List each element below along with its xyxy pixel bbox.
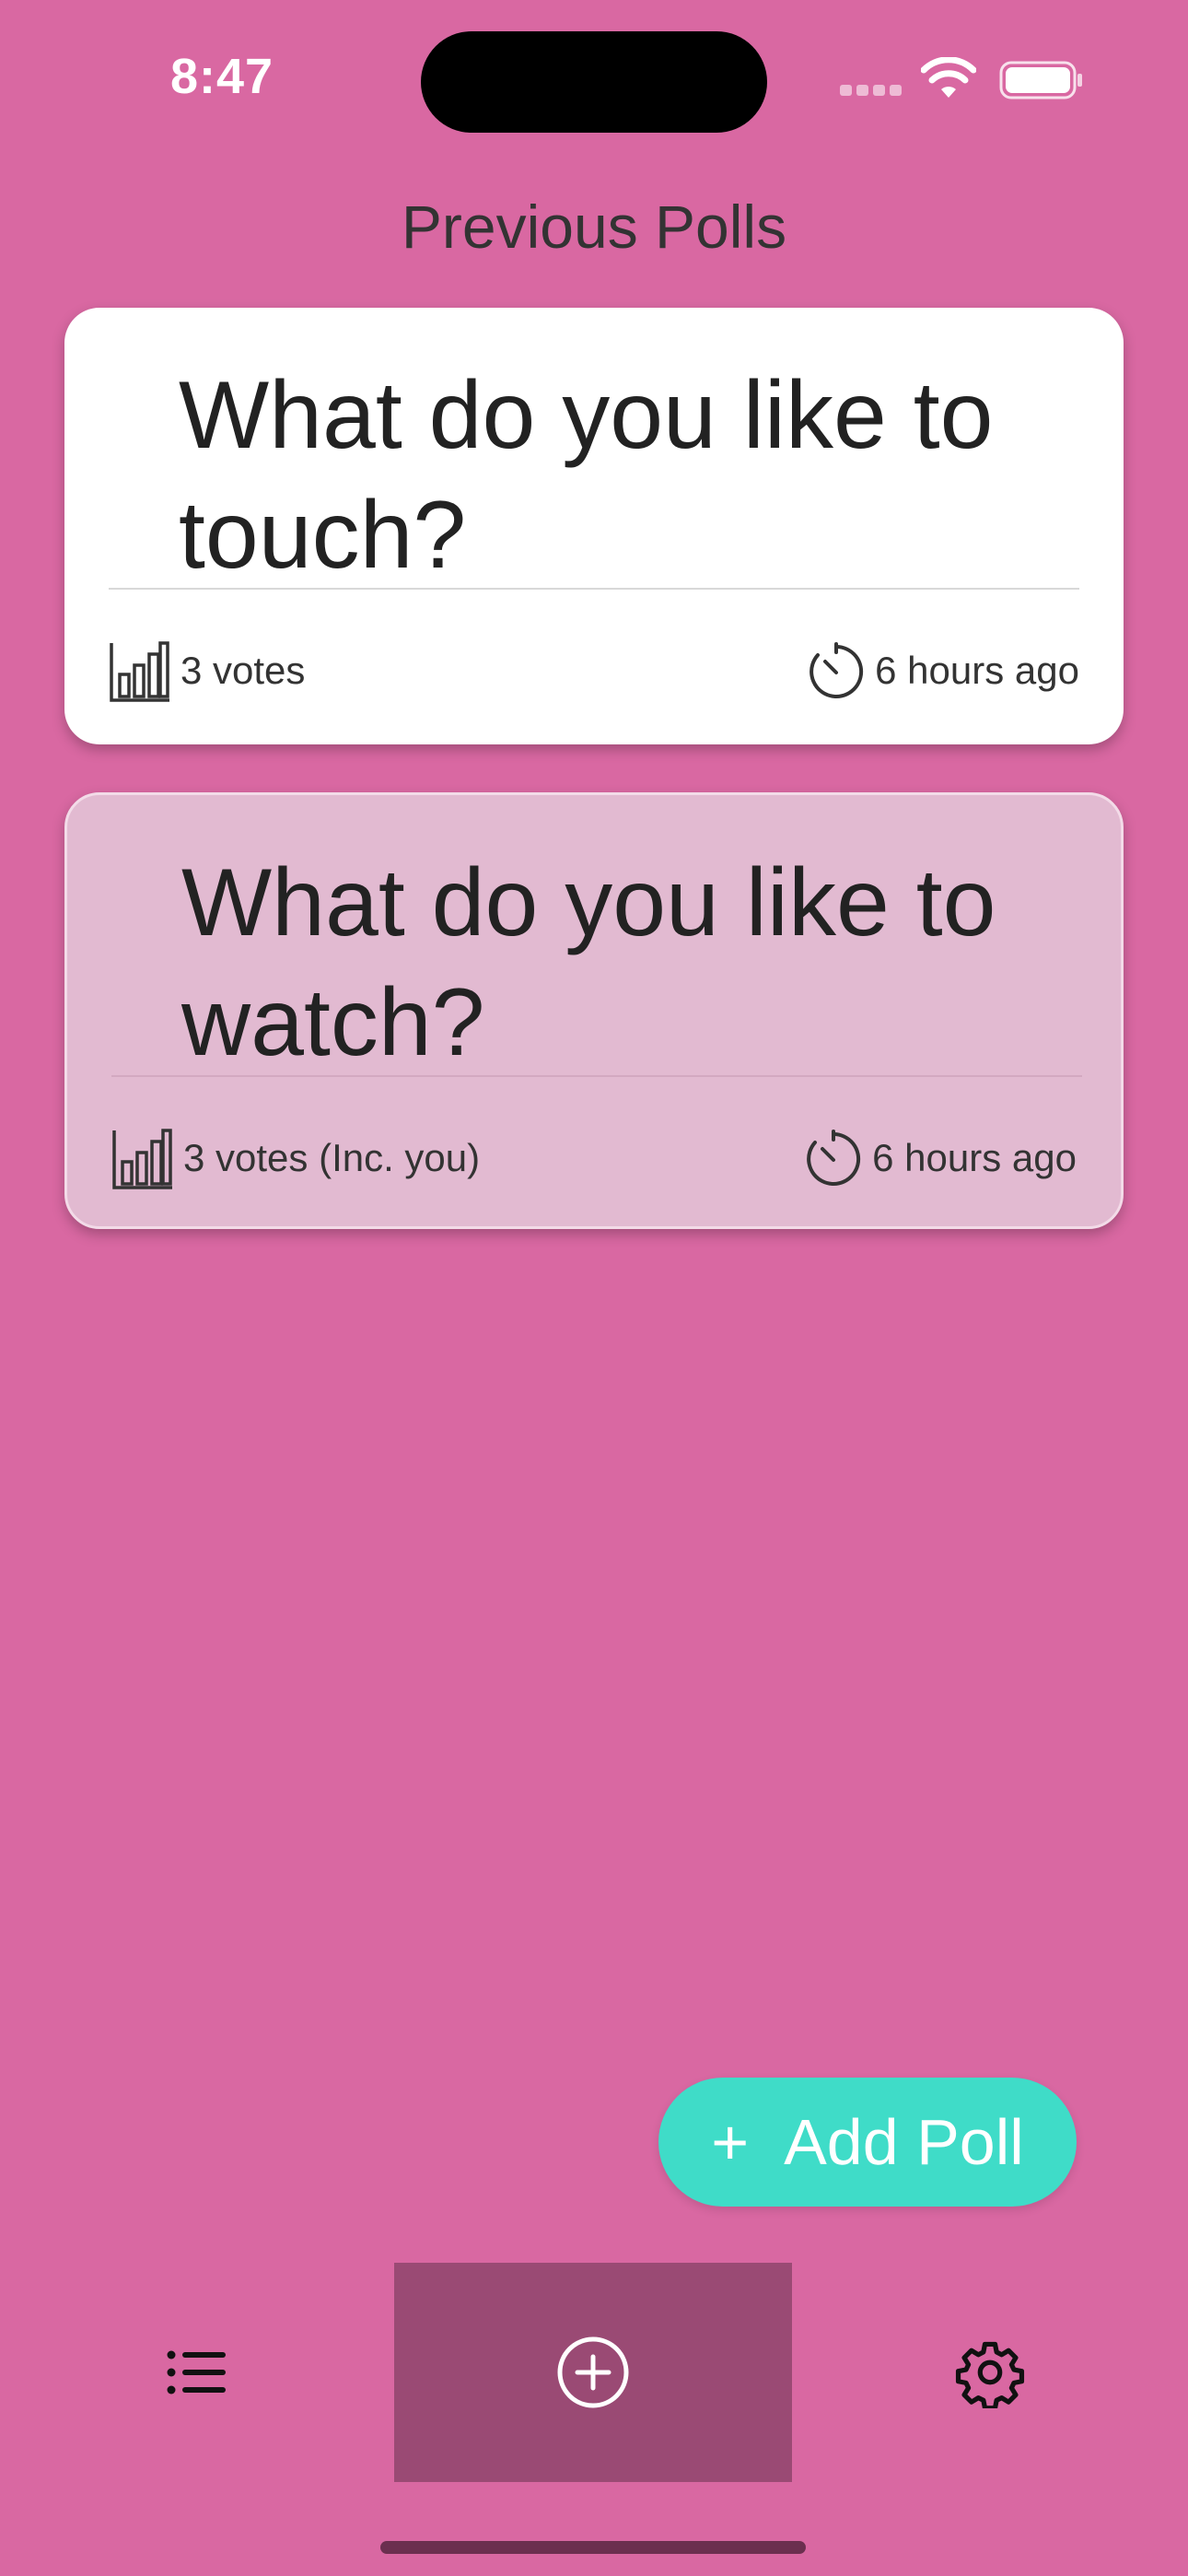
timer-icon (809, 642, 864, 698)
timer-icon (807, 1130, 861, 1186)
add-circle-icon (557, 2336, 629, 2408)
tab-add[interactable] (394, 2263, 792, 2482)
poll-time-text: 6 hours ago (875, 649, 1079, 692)
vote-count: 3 votes (Inc. you) (111, 1125, 480, 1191)
tab-list[interactable] (0, 2263, 394, 2482)
vote-count-text: 3 votes (181, 649, 306, 692)
vote-count: 3 votes (109, 638, 305, 704)
tab-settings[interactable] (792, 2263, 1188, 2482)
poll-time: 6 hours ago (807, 638, 1079, 704)
wifi-icon (921, 57, 976, 98)
tab-bar (0, 2263, 1188, 2482)
home-indicator (380, 2541, 806, 2554)
cellular-signal-icon (840, 85, 903, 96)
add-poll-button[interactable]: + Add Poll (658, 2078, 1077, 2207)
list-icon (167, 2350, 226, 2395)
gear-icon (955, 2341, 1025, 2408)
vote-count-text: 3 votes (Inc. you) (183, 1136, 481, 1179)
plus-icon: + (711, 2106, 750, 2178)
poll-question: What do you like to touch? (179, 362, 994, 589)
divider (111, 1075, 1082, 1077)
bar-chart-icon (112, 1129, 172, 1189)
battery-icon (999, 61, 1082, 100)
add-poll-label: Add Poll (784, 2106, 1024, 2178)
poll-time-text: 6 hours ago (872, 1136, 1077, 1179)
poll-time: 6 hours ago (804, 1125, 1077, 1191)
poll-card-voted[interactable]: What do you like to watch? 3 votes (Inc.… (64, 792, 1124, 1229)
divider (109, 588, 1079, 590)
poll-question: What do you like to watch? (181, 849, 996, 1076)
status-time: 8:47 (170, 49, 274, 104)
page-title: Previous Polls (401, 193, 787, 261)
bar-chart-icon (110, 641, 169, 702)
status-bar: 8:47 (0, 0, 1188, 157)
dynamic-island (421, 31, 767, 133)
poll-card[interactable]: What do you like to touch? 3 votes 6 hou… (64, 308, 1124, 744)
